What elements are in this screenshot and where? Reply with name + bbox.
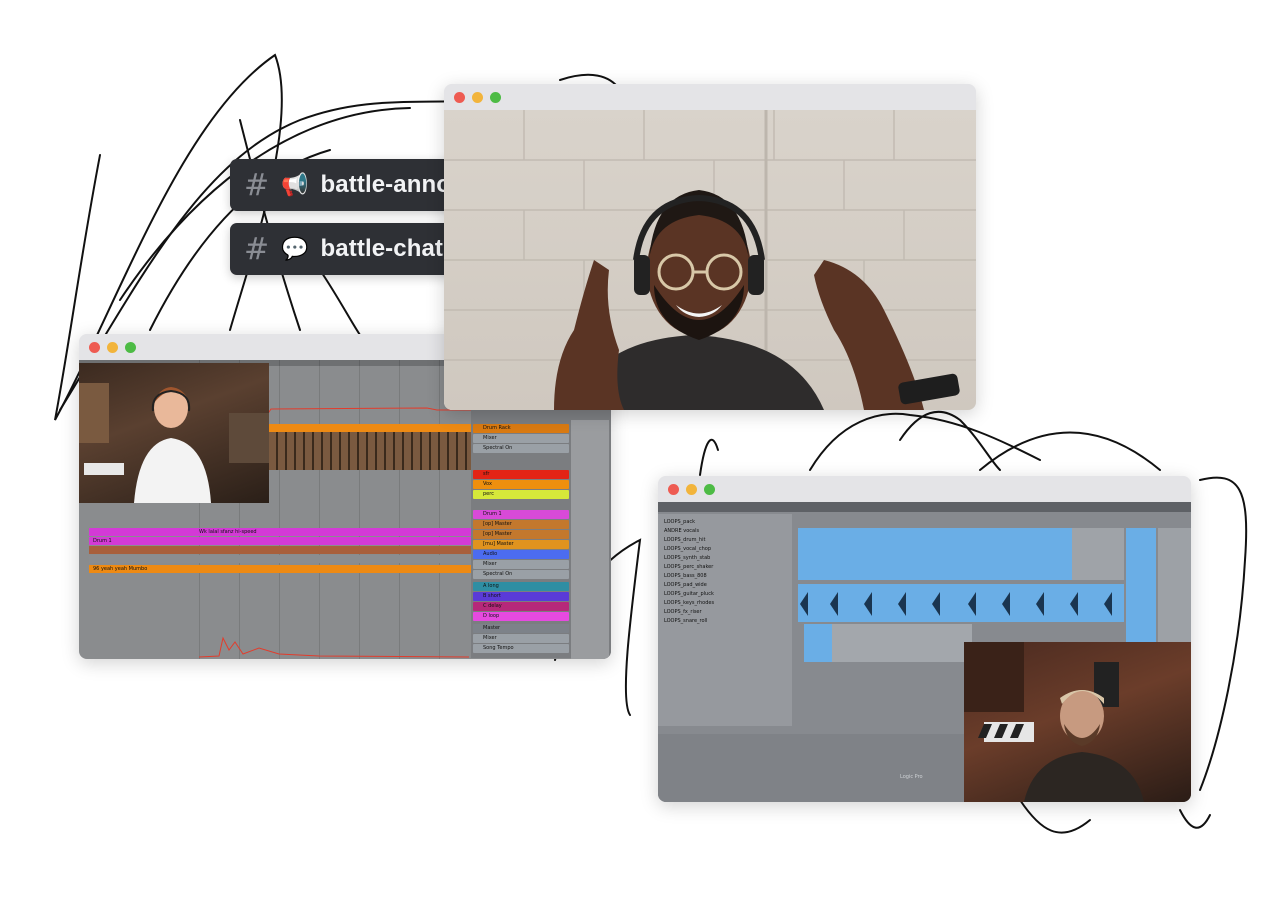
watermark: Logic Pro bbox=[900, 774, 923, 780]
automation-line-top bbox=[267, 407, 473, 416]
inspector-panel bbox=[1158, 528, 1191, 658]
producer-webcam bbox=[964, 642, 1191, 802]
close-button[interactable] bbox=[668, 483, 679, 495]
mixer-track-label: D loop bbox=[483, 613, 500, 619]
drum-rack-waveform bbox=[267, 432, 473, 470]
person-figure bbox=[79, 383, 269, 503]
file-browser: LOOPS_pack ANDRE vocals LOOPS_drum_hit L… bbox=[658, 514, 792, 726]
waveform bbox=[800, 592, 1112, 616]
mixer-track-label: Mixer bbox=[483, 435, 497, 441]
vocal-clip[interactable]: Wk lalal sfanz hi-speed bbox=[89, 528, 473, 536]
drum-rack-clip[interactable] bbox=[267, 424, 473, 432]
file-item[interactable]: LOOPS_bass_808 bbox=[664, 572, 792, 581]
mixer-track-label: Audio bbox=[483, 551, 498, 557]
file-item[interactable]: LOOPS_keys_rhodes bbox=[664, 599, 792, 608]
speech-bubble-icon: 💬 bbox=[281, 236, 309, 262]
mixer-track-label: Mixer bbox=[483, 635, 497, 641]
person-figure bbox=[964, 642, 1144, 802]
editor-panel: Logic Pro bbox=[658, 734, 964, 802]
zoom-button[interactable] bbox=[125, 341, 136, 353]
mixer-track-label: Mixer bbox=[483, 561, 497, 567]
mixer-track-label: Drum Rack bbox=[483, 425, 511, 431]
io-panel bbox=[571, 420, 609, 659]
audio-region[interactable] bbox=[1126, 528, 1156, 646]
mixer-track-label: Spectral On bbox=[483, 571, 513, 577]
video-call-window bbox=[444, 84, 976, 410]
audio-region[interactable] bbox=[798, 584, 1124, 622]
zoom-button[interactable] bbox=[704, 483, 715, 495]
mixer-track-label: [op] Master bbox=[483, 531, 512, 537]
producer-webcam bbox=[79, 363, 269, 503]
transport-bar bbox=[658, 502, 1191, 512]
clip-label: 96 yeah yeah Mumbo bbox=[93, 566, 148, 572]
megaphone-icon: 📢 bbox=[281, 172, 309, 198]
file-item[interactable]: LOOPS_synth_stab bbox=[664, 554, 792, 563]
mixer-track-label: B short bbox=[483, 593, 501, 599]
mixer-track-label: sfr bbox=[483, 471, 490, 477]
drum-1-clip[interactable]: Drum 1 bbox=[89, 537, 473, 545]
titlebar bbox=[658, 476, 1191, 502]
mixer-track-label: Vox bbox=[483, 481, 492, 487]
person-figure bbox=[444, 110, 976, 410]
automation-line bbox=[199, 636, 469, 658]
file-item[interactable]: LOOPS_drum_hit bbox=[664, 536, 792, 545]
audio-region[interactable] bbox=[804, 624, 832, 662]
file-item[interactable]: LOOPS_snare_roll bbox=[664, 617, 792, 626]
channel-name: battle-chat bbox=[320, 235, 443, 262]
mixer-track-label: Drum 1 bbox=[483, 511, 502, 517]
clip-label: Drum 1 bbox=[93, 538, 112, 544]
zoom-button[interactable] bbox=[490, 91, 501, 103]
close-button[interactable] bbox=[454, 91, 465, 103]
mixer-track-label: perc bbox=[483, 491, 494, 497]
close-button[interactable] bbox=[89, 341, 100, 353]
mumbo-clip[interactable]: 96 yeah yeah Mumbo bbox=[89, 565, 473, 573]
mixer-track-label: Song Tempo bbox=[483, 645, 514, 651]
mixer-track-label: C delay bbox=[483, 603, 502, 609]
file-item[interactable]: ANDRE vocals bbox=[664, 527, 792, 536]
hash-icon: # bbox=[244, 167, 270, 203]
titlebar bbox=[444, 84, 976, 110]
minimize-button[interactable] bbox=[472, 91, 483, 103]
audio-region[interactable] bbox=[798, 528, 1072, 580]
logic-daw: LOOPS_pack ANDRE vocals LOOPS_drum_hit L… bbox=[658, 502, 1191, 802]
hash-icon: # bbox=[244, 231, 270, 267]
mixer-track-label: Master bbox=[483, 625, 501, 631]
mixer-track-label: [mu] Master bbox=[483, 541, 514, 547]
file-item[interactable]: LOOPS_pad_wide bbox=[664, 581, 792, 590]
clip-label: Wk lalal sfanz hi-speed bbox=[199, 529, 257, 535]
file-item[interactable]: LOOPS_perc_shaker bbox=[664, 563, 792, 572]
file-item[interactable]: LOOPS_vocal_chop bbox=[664, 545, 792, 554]
logic-window: LOOPS_pack ANDRE vocals LOOPS_drum_hit L… bbox=[658, 476, 1191, 802]
mixer-track-label: Spectral On bbox=[483, 445, 513, 451]
minimize-button[interactable] bbox=[686, 483, 697, 495]
file-item[interactable]: LOOPS_fx_riser bbox=[664, 608, 792, 617]
mixer-track-label: A long bbox=[483, 583, 499, 589]
participant-video bbox=[444, 110, 976, 410]
channel-battle-chat[interactable]: # 💬 battle-chat bbox=[230, 223, 478, 275]
minimize-button[interactable] bbox=[107, 341, 118, 353]
mixer-track-label: [op] Master bbox=[483, 521, 512, 527]
file-item[interactable]: LOOPS_guitar_pluck bbox=[664, 590, 792, 599]
file-item[interactable]: LOOPS_pack bbox=[664, 518, 792, 527]
